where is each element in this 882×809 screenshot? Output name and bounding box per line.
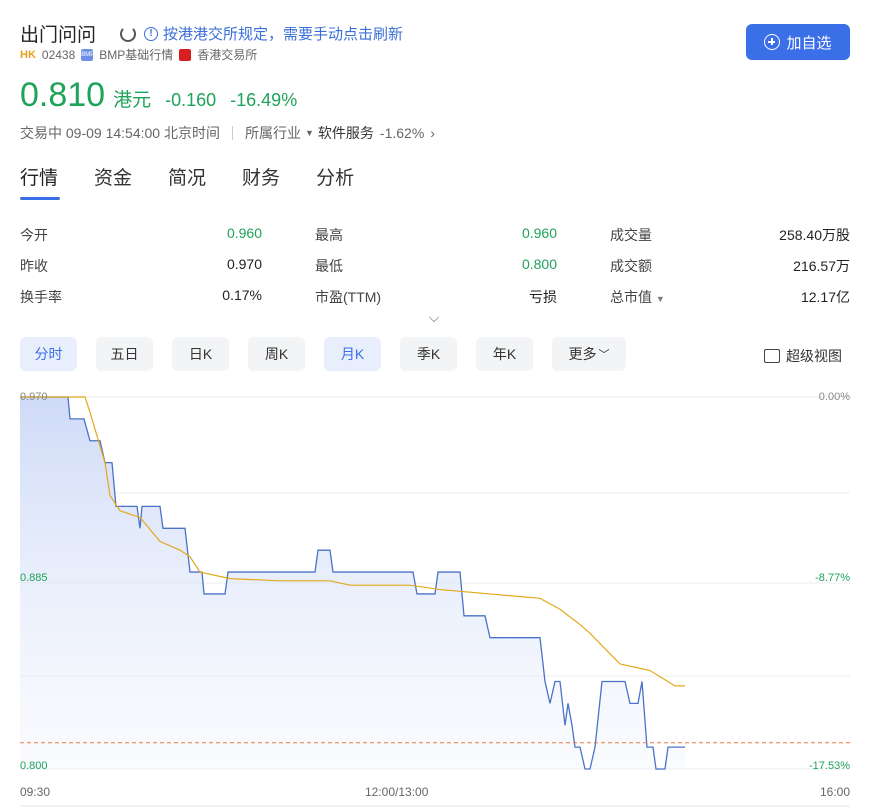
add-watchlist-button[interactable]: 加自选 (746, 24, 850, 60)
period-yearly[interactable]: 年K (476, 337, 533, 371)
stock-name: 出门问问 (20, 25, 97, 46)
stat-prev-close: 昨收 0.970 (20, 256, 262, 276)
stat-label-text: 总市值 (610, 288, 652, 305)
chevron-right-icon[interactable]: › (430, 125, 435, 141)
stat-value: 0.960 (226, 224, 262, 241)
y-right-tick-top: 0.00% (818, 391, 850, 403)
intraday-chart[interactable] (0, 380, 882, 809)
stats-row: 换手率 0.17% 市盈(TTM) 亏损 总市值 ▼ 12.17亿 (20, 281, 850, 312)
super-view-button[interactable]: 超级视图 (764, 346, 842, 366)
stat-value: 亏损 (529, 288, 557, 305)
y-tick-bottom: 0.800 (20, 760, 48, 772)
stat-turnover: 成交额 216.57万 (610, 256, 850, 276)
period-tabs: 分时 五日 日K 周K 月K 季K 年K 更多 ﹀ (20, 337, 645, 371)
exchange-name: 香港交易所 (197, 48, 258, 62)
x-tick-midday: 12:00/13:00 (365, 785, 429, 799)
main-tabs: 行情 资金 简况 财务 分析 (20, 163, 354, 200)
bmp-icon: BMP (81, 48, 94, 61)
x-tick-close: 16:00 (819, 785, 850, 799)
price-row: 0.810 港元 -0.160 -16.49% (20, 76, 297, 115)
current-price: 0.810 (20, 76, 106, 114)
tab-capital[interactable]: 资金 (94, 163, 132, 190)
divider (231, 126, 233, 140)
plus-circle-icon (764, 34, 781, 50)
stats-row: 昨收 0.970 最低 0.800 成交额 216.57万 (20, 250, 850, 281)
stat-open: 今开 0.960 (20, 225, 262, 245)
tab-profile[interactable]: 简况 (168, 163, 206, 190)
y-tick-top: 0.970 (20, 391, 48, 403)
y-right-tick-mid: -8.77% (815, 572, 850, 584)
stat-label: 成交量 (610, 226, 652, 243)
period-weekly[interactable]: 周K (248, 337, 305, 371)
chevron-down-icon: ﹀ (598, 349, 610, 361)
add-watchlist-label: 加自选 (786, 34, 832, 52)
tab-analysis[interactable]: 分析 (316, 163, 354, 190)
stat-low: 最低 0.800 (315, 256, 557, 276)
y-tick-mid: 0.885 (20, 572, 48, 584)
status-row: 交易中 09-09 14:54:00 北京时间 所属行业 ▼ 软件服务 -1.6… (20, 123, 435, 143)
expand-chevron-icon[interactable] (428, 311, 440, 323)
period-intraday[interactable]: 分时 (20, 337, 77, 371)
stat-value: 0.800 (521, 255, 557, 272)
stat-label[interactable]: 总市值 ▼ (610, 287, 665, 307)
stat-turnover-rate: 换手率 0.17% (20, 287, 262, 307)
stat-value: 0.960 (521, 224, 557, 241)
stat-label: 换手率 (20, 288, 62, 305)
stat-label: 今开 (20, 226, 48, 243)
stat-label: 最低 (315, 257, 343, 274)
y-right-tick-bottom: -17.53% (809, 760, 850, 772)
stats-row: 今开 0.960 最高 0.960 成交量 258.40万股 (20, 219, 850, 250)
price-change-pct: -16.49% (230, 90, 298, 110)
period-quarterly[interactable]: 季K (400, 337, 457, 371)
period-daily[interactable]: 日K (172, 337, 229, 371)
stat-label: 最高 (315, 226, 343, 243)
stat-value: 216.57万 (793, 257, 850, 274)
industry-label: 所属行业 (244, 125, 301, 141)
refresh-icon[interactable] (120, 25, 136, 42)
stat-value: 0.970 (226, 255, 262, 272)
stat-volume: 成交量 258.40万股 (610, 225, 850, 245)
super-view-label: 超级视图 (786, 348, 842, 364)
x-tick-open: 09:30 (20, 785, 51, 799)
fullscreen-icon (764, 349, 780, 363)
refresh-notice-text[interactable]: 按港港交所规定，需要手动点击刷新 (163, 23, 403, 44)
trading-status: 交易中 09-09 14:54:00 北京时间 (20, 125, 220, 141)
stock-meta: HK 02438 BMP BMP基础行情 香港交易所 (20, 46, 257, 63)
caret-down-icon: ▼ (655, 293, 665, 304)
industry-name[interactable]: 软件服务 (318, 123, 374, 143)
refresh-notice[interactable]: ! 按港港交所规定，需要手动点击刷新 (120, 23, 403, 44)
stat-value: 0.17% (222, 286, 262, 303)
stat-label: 成交额 (610, 257, 652, 274)
stat-value: 12.17亿 (800, 288, 850, 305)
period-5day[interactable]: 五日 (96, 337, 153, 371)
price-change: -0.160 (165, 90, 217, 110)
stat-value: 258.40万股 (779, 226, 850, 243)
tab-quote[interactable]: 行情 (20, 163, 61, 200)
stat-label: 市盈(TTM) (315, 288, 382, 305)
caret-down-icon: ▼ (304, 128, 314, 138)
stat-label: 昨收 (20, 257, 48, 274)
stats-grid: 今开 0.960 最高 0.960 成交量 258.40万股 昨收 0.970 最低 0.… (20, 219, 850, 312)
period-monthly[interactable]: 月K (324, 337, 381, 371)
info-icon: ! (144, 26, 158, 41)
period-more-label: 更多 (568, 346, 597, 362)
data-source: BMP基础行情 (99, 48, 174, 62)
tab-financials[interactable]: 财务 (242, 163, 280, 190)
stat-high: 最高 0.960 (315, 225, 557, 245)
stat-pe: 市盈(TTM) 亏损 (315, 287, 557, 307)
stock-code: 02438 (41, 47, 76, 62)
market-badge: HK (20, 48, 36, 61)
currency: 港元 (113, 90, 152, 111)
period-more[interactable]: 更多 ﹀ (552, 337, 626, 371)
industry-pct[interactable]: -1.62% (380, 125, 424, 141)
hkex-logo-icon (179, 48, 192, 61)
stat-market-cap: 总市值 ▼ 12.17亿 (610, 287, 850, 307)
